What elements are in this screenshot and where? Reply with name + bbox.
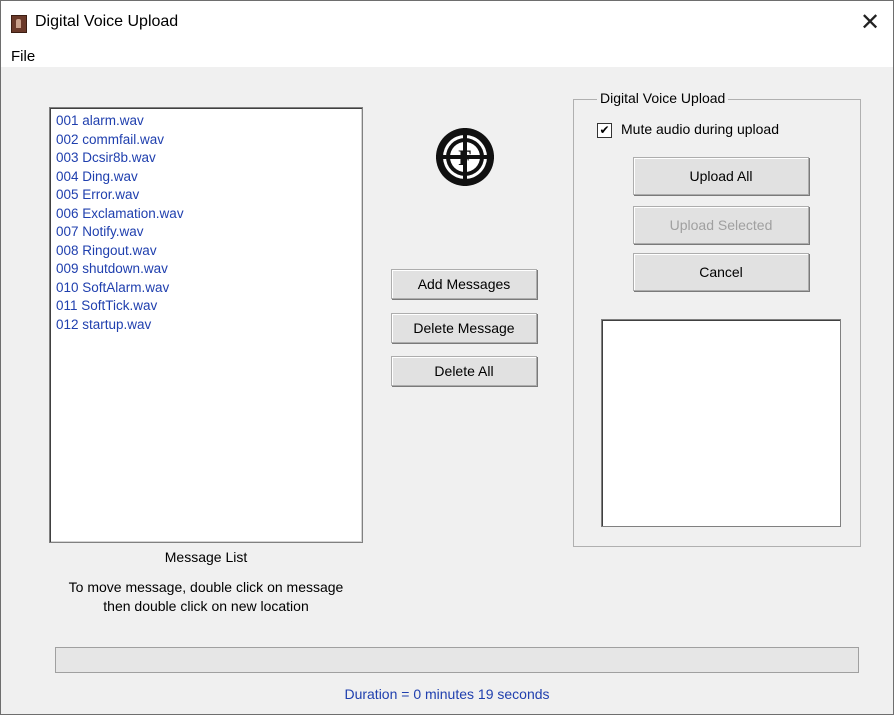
upload-all-button[interactable]: Upload All	[633, 157, 809, 195]
list-item[interactable]: 010 SoftAlarm.wav	[56, 279, 362, 298]
list-item[interactable]: 006 Exclamation.wav	[56, 205, 362, 224]
list-item[interactable]: 009 shutdown.wav	[56, 260, 362, 279]
list-item[interactable]: 005 Error.wav	[56, 186, 362, 205]
checkmark-icon: ✔	[599, 123, 610, 137]
list-item[interactable]: 012 startup.wav	[56, 316, 362, 335]
delete-message-button[interactable]: Delete Message	[391, 313, 537, 343]
duration-text: Duration = 0 minutes 19 seconds	[344, 686, 550, 702]
message-listbox[interactable]: 001 alarm.wav 002 commfail.wav 003 Dcsir…	[49, 107, 363, 543]
menu-file[interactable]: File	[11, 48, 35, 65]
add-messages-button[interactable]: Add Messages	[391, 269, 537, 299]
upload-status-box	[601, 319, 841, 527]
app-window: Digital Voice Upload ✕ File 001 alarm.wa…	[0, 0, 894, 715]
message-list: 001 alarm.wav 002 commfail.wav 003 Dcsir…	[50, 108, 362, 334]
list-item[interactable]: 008 Ringout.wav	[56, 242, 362, 261]
list-item[interactable]: 007 Notify.wav	[56, 223, 362, 242]
list-item[interactable]: 004 Ding.wav	[56, 168, 362, 187]
menu-bar: File	[1, 45, 893, 67]
microphone-app-icon[interactable]	[11, 15, 27, 33]
list-item[interactable]: 011 SoftTick.wav	[56, 297, 362, 316]
message-list-label: Message List	[164, 549, 248, 565]
list-item[interactable]: 001 alarm.wav	[56, 112, 362, 131]
title-bar[interactable]: Digital Voice Upload ✕	[1, 1, 893, 45]
mute-audio-checkbox[interactable]: ✔	[597, 123, 612, 138]
svg-text:F: F	[458, 145, 471, 170]
upload-progress-bar	[55, 647, 859, 673]
list-item[interactable]: 002 commfail.wav	[56, 131, 362, 150]
upload-selected-button[interactable]: Upload Selected	[633, 206, 809, 244]
mute-audio-label[interactable]: Mute audio during upload	[621, 121, 779, 137]
cancel-button[interactable]: Cancel	[633, 253, 809, 291]
close-button[interactable]: ✕	[847, 1, 893, 45]
company-logo-icon: F	[436, 128, 494, 186]
upload-group-title: Digital Voice Upload	[597, 90, 729, 106]
hint-line-2: then double click on new location	[103, 598, 309, 614]
window-title: Digital Voice Upload	[35, 13, 179, 30]
delete-all-button[interactable]: Delete All	[391, 356, 537, 386]
hint-line-1: To move message, double click on message	[68, 579, 344, 595]
list-item[interactable]: 003 Dcsir8b.wav	[56, 149, 362, 168]
